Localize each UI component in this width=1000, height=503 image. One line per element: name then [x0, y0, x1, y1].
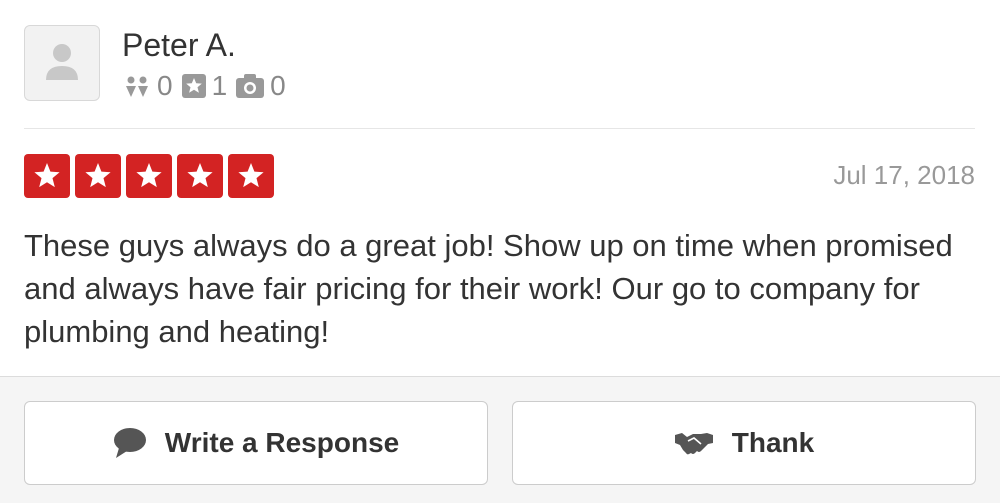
star-icon — [24, 154, 70, 198]
thank-label: Thank — [731, 427, 815, 458]
write-response-label: Write a Response — [164, 427, 400, 458]
friends-count: 0 — [157, 70, 173, 101]
speech-bubble-icon — [113, 428, 146, 458]
photos-count: 0 — [270, 70, 286, 101]
reviewer-name[interactable]: Peter A. — [122, 26, 236, 64]
star-icon — [177, 154, 223, 198]
reviews-stat: 1 — [181, 70, 228, 102]
star-rating — [24, 154, 279, 198]
thank-button[interactable]: Thank — [512, 401, 976, 485]
review-text: These guys always do a great job! Show u… — [24, 228, 953, 349]
star-icon — [126, 154, 172, 198]
reviewer-stats: 0 1 0 — [122, 68, 294, 104]
header-divider — [24, 128, 975, 129]
action-bar: Write a Response Thank — [0, 376, 1000, 503]
friends-icon — [126, 76, 148, 97]
star-icon — [75, 154, 121, 198]
review-date: Jul 17, 2018 — [833, 160, 975, 190]
user-avatar-icon[interactable] — [24, 25, 100, 101]
write-response-button[interactable]: Write a Response — [24, 401, 488, 485]
photos-stat: 0 — [235, 70, 286, 102]
reviews-count: 1 — [211, 70, 228, 101]
handshake-icon — [674, 433, 713, 455]
camera-icon — [236, 74, 265, 98]
star-square-icon — [181, 74, 206, 98]
star-icon — [228, 154, 274, 198]
friends-stat: 0 — [122, 70, 173, 102]
reviewer-header: Peter A. 0 1 0 — [0, 0, 1000, 128]
